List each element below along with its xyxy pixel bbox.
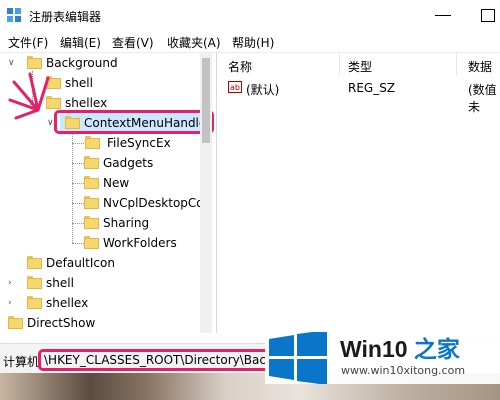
menu-edit[interactable]: 编辑(E) <box>60 34 101 51</box>
maximize-button[interactable] <box>476 4 500 26</box>
tree-item-label: shell <box>46 276 74 290</box>
registry-path[interactable]: \HKEY_CLASSES_ROOT\Directory\Backg <box>44 353 267 367</box>
folder-icon <box>84 196 99 209</box>
tree-item-sharing[interactable]: Sharing <box>0 213 200 233</box>
folder-icon <box>84 176 99 189</box>
tree-item-shell-2[interactable]: › shell <box>0 273 200 293</box>
folder-icon <box>8 316 23 329</box>
value-name[interactable]: (默认) <box>246 81 279 98</box>
tree-item-directshow[interactable]: DirectShow <box>0 313 200 333</box>
watermark-title-main: Win10 <box>340 336 408 362</box>
chevron-right-icon[interactable]: › <box>8 293 18 313</box>
column-name[interactable]: 名称 <box>228 58 252 75</box>
registry-editor-icon <box>7 8 21 22</box>
folder-icon <box>84 216 99 229</box>
folder-icon <box>84 156 99 169</box>
folder-icon <box>84 236 99 249</box>
tree-scrollbar[interactable] <box>200 53 212 333</box>
menu-bar: 文件(F) 编辑(E) 查看(V) 收藏夹(A) 帮助(H) <box>0 30 500 53</box>
tree-item-workfolders[interactable]: WorkFolders <box>0 233 200 253</box>
tree-item-defaulticon[interactable]: DefaultIcon <box>0 253 200 273</box>
tree-item-shellex-2[interactable]: › shellex <box>0 293 200 313</box>
tree-item-label: New <box>103 176 130 190</box>
menu-favorites[interactable]: 收藏夹(A) <box>167 34 221 51</box>
folder-icon <box>85 136 100 149</box>
value-type: REG_SZ <box>348 81 396 95</box>
menu-view[interactable]: 查看(V) <box>112 34 154 51</box>
tree-item-new[interactable]: New <box>0 173 200 193</box>
menu-file[interactable]: 文件(F) <box>8 34 48 51</box>
string-value-icon: ab <box>228 81 242 93</box>
tree-item-label: Sharing <box>103 216 150 230</box>
status-path-highlight: \HKEY_CLASSES_ROOT\Directory\Backg <box>38 349 270 371</box>
tree-item-nvcpldesktopcontext[interactable]: NvCplDesktopCo <box>0 193 200 213</box>
watermark-url: www.win10xitong.com <box>341 364 466 377</box>
pane-splitter[interactable] <box>216 53 217 333</box>
tree-item-filesyncex[interactable]: FileSyncEx <box>0 133 200 153</box>
scrollbar-thumb[interactable] <box>202 58 210 143</box>
folder-icon <box>27 256 42 269</box>
tree-item-label: DefaultIcon <box>46 256 115 270</box>
window-title: 注册表编辑器 <box>29 10 102 24</box>
tree-item-gadgets[interactable]: Gadgets <box>0 153 200 173</box>
column-type[interactable]: 类型 <box>348 58 372 75</box>
values-list[interactable]: 名称 类型 数据 ab (默认) REG_SZ (数值未 <box>218 53 500 333</box>
watermark: Win10 之家 www.win10xitong.com <box>265 326 500 384</box>
watermark-title: Win10 之家 <box>340 330 460 364</box>
value-data: (数值未 <box>468 83 497 114</box>
status-prefix: 计算机 <box>3 355 40 369</box>
folder-icon <box>27 276 42 289</box>
column-data[interactable]: 数据 <box>468 58 492 75</box>
title-bar: 注册表编辑器 <box>0 0 500 30</box>
tree-item-label: FileSyncEx <box>107 136 171 150</box>
watermark-title-accent: 之家 <box>413 336 460 362</box>
tree-item-label: Gadgets <box>103 156 154 170</box>
windows-logo-icon <box>269 332 327 384</box>
chevron-right-icon[interactable]: › <box>8 273 18 293</box>
tree-item-label: NvCplDesktopCo <box>103 196 200 210</box>
menu-help[interactable]: 帮助(H) <box>232 34 274 51</box>
tree-highlight-box <box>54 110 214 134</box>
minimize-button[interactable] <box>432 4 454 26</box>
tree-item-label: shellex <box>46 296 89 310</box>
tree-item-label: DirectShow <box>27 316 96 330</box>
folder-icon <box>27 296 42 309</box>
tree-item-label: WorkFolders <box>103 236 177 250</box>
